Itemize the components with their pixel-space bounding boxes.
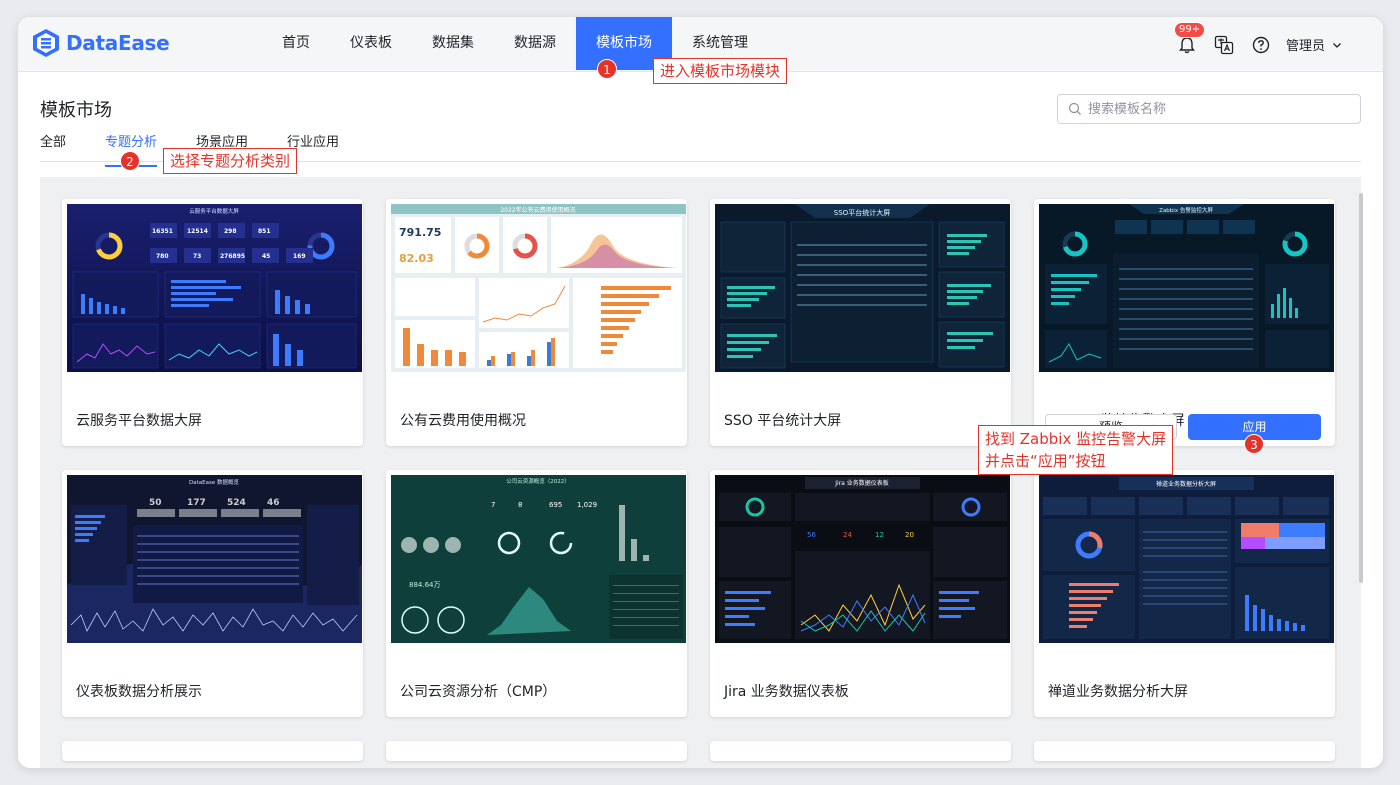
help-button[interactable]	[1250, 34, 1272, 56]
template-card[interactable]: 云服务平台数据大屏 16351 12514 298 851 780 73 276…	[62, 199, 363, 446]
nav-dataset[interactable]: 数据集	[412, 17, 494, 70]
template-thumbnail: Zabbix 告警监控大屏	[1039, 204, 1334, 372]
thumb-title: 公司云资源概览（2022）	[506, 477, 570, 485]
template-card[interactable]: Jira 业务数据仪表板 56 24 12 20 Jira 业务数据仪表板	[710, 470, 1011, 717]
svg-text:177: 177	[187, 498, 206, 508]
annotation-step-3-line2: 并点击“应用”按钮	[985, 452, 1106, 470]
svg-text:56: 56	[807, 531, 816, 539]
svg-text:780: 780	[156, 253, 169, 260]
svg-text:8: 8	[518, 501, 522, 509]
chevron-down-icon	[1333, 42, 1341, 48]
template-name: 公有云费用使用概况	[400, 413, 526, 429]
thumb-title: 禅道业务数据分析大屏	[1156, 480, 1216, 488]
template-card[interactable]	[710, 741, 1011, 761]
template-name: Jira 业务数据仪表板	[724, 684, 849, 700]
svg-text:851: 851	[258, 228, 271, 235]
annotation-step-3: 找到 Zabbix 监控告警大屏 并点击“应用”按钮	[978, 425, 1174, 475]
search-input[interactable]	[1088, 101, 1338, 117]
svg-text:7: 7	[491, 501, 495, 509]
svg-text:169: 169	[293, 253, 306, 260]
user-menu[interactable]: 管理员	[1286, 35, 1343, 54]
svg-text:695: 695	[549, 501, 562, 509]
template-thumbnail: DataEase 数据概览 50 177 524 46	[67, 475, 362, 643]
svg-text:884.64万: 884.64万	[409, 581, 441, 589]
template-card[interactable]: 公司云资源概览（2022） 7 8 695 1,029 884.64万 公司云资源分析…	[386, 470, 687, 717]
svg-text:50: 50	[149, 498, 162, 508]
template-card[interactable]: 禅道业务数据分析大屏 禅道业务数据分析大屏	[1034, 470, 1335, 717]
scrollbar[interactable]	[1359, 193, 1363, 583]
template-card[interactable]	[62, 741, 363, 761]
tab-all[interactable]: 全部	[40, 130, 66, 161]
svg-text:16351: 16351	[152, 228, 173, 235]
notification-badge: 99+	[1173, 21, 1206, 38]
dataease-logo-icon	[33, 29, 59, 57]
thumb-title: 云服务平台数据大屏	[189, 207, 239, 215]
svg-text:298: 298	[224, 228, 237, 235]
thumb-title: DataEase 数据概览	[189, 478, 239, 486]
template-thumbnail: SSO平台统计大屏	[715, 204, 1010, 372]
logo-text: DataEase	[66, 31, 170, 55]
svg-text:276895: 276895	[220, 253, 245, 260]
template-name: SSO 平台统计大屏	[724, 413, 842, 429]
template-name: 仪表板数据分析展示	[76, 684, 202, 700]
template-thumbnail: 公司云资源概览（2022） 7 8 695 1,029 884.64万	[391, 475, 686, 643]
template-card[interactable]: SSO平台统计大屏 SSO 平台统计大屏	[710, 199, 1011, 446]
help-icon	[1252, 36, 1270, 53]
thumb-title: Jira 业务数据仪表板	[834, 479, 889, 487]
step-marker-1: 1	[597, 59, 617, 79]
svg-text:82.03: 82.03	[399, 252, 434, 265]
page-title: 模板市场	[40, 100, 112, 121]
template-name: 公司云资源分析（CMP）	[400, 684, 557, 700]
annotation-step-1: 进入模板市场模块	[653, 58, 788, 84]
template-thumbnail: Jira 业务数据仪表板 56 24 12 20	[715, 475, 1010, 643]
translate-icon	[1214, 35, 1234, 54]
svg-text:791.75: 791.75	[399, 226, 441, 239]
svg-text:45: 45	[262, 253, 270, 260]
header-actions: 99+ 管理员	[1161, 17, 1343, 72]
template-name: 禅道业务数据分析大屏	[1048, 684, 1188, 700]
logo[interactable]: DataEase	[32, 28, 170, 58]
template-card[interactable]	[386, 741, 687, 761]
thumb-title: SSO平台统计大屏	[834, 208, 890, 217]
template-card[interactable]	[1034, 741, 1335, 761]
app-window: DataEase 首页 仪表板 数据集 数据源 模板市场 系统管理 99+ 管理…	[18, 17, 1383, 768]
template-thumbnail: 云服务平台数据大屏 16351 12514 298 851 780 73 276…	[67, 204, 362, 372]
thumb-title: Zabbix 告警监控大屏	[1159, 206, 1213, 214]
nav-dashboard[interactable]: 仪表板	[330, 17, 412, 70]
thumb-title: 2022年公有云费用使用概况	[500, 206, 575, 214]
template-search[interactable]	[1057, 94, 1361, 124]
step-marker-3: 3	[1244, 434, 1264, 454]
template-card[interactable]: DataEase 数据概览 50 177 524 46 仪表板数据分析展示	[62, 470, 363, 717]
user-name: 管理员	[1285, 39, 1325, 54]
template-card[interactable]: 2022年公有云费用使用概况 791.75 82.03 公有云费用使用概况	[386, 199, 687, 446]
template-name: 云服务平台数据大屏	[76, 413, 202, 429]
svg-text:20: 20	[905, 531, 914, 539]
svg-text:524: 524	[227, 498, 246, 508]
search-icon	[1068, 102, 1081, 115]
svg-text:12514: 12514	[187, 228, 208, 235]
annotation-step-3-line1: 找到 Zabbix 监控告警大屏	[985, 430, 1167, 448]
svg-text:1,029: 1,029	[577, 501, 597, 509]
bell-icon	[1179, 36, 1195, 53]
svg-text:46: 46	[267, 498, 280, 508]
step-marker-2: 2	[120, 151, 140, 171]
svg-text:24: 24	[843, 531, 852, 539]
svg-text:12: 12	[875, 531, 884, 539]
nav-home[interactable]: 首页	[262, 17, 330, 70]
template-thumbnail: 2022年公有云费用使用概况 791.75 82.03	[391, 204, 686, 372]
svg-text:73: 73	[193, 253, 201, 260]
language-button[interactable]	[1213, 34, 1235, 56]
notification-button[interactable]: 99+	[1173, 21, 1206, 56]
template-thumbnail: 禅道业务数据分析大屏	[1039, 475, 1334, 643]
template-card[interactable]: Zabbix 告警监控大屏 Zabbix 监控告	[1034, 199, 1335, 446]
nav-datasource[interactable]: 数据源	[494, 17, 576, 70]
annotation-step-2: 选择专题分析类别	[163, 148, 298, 174]
